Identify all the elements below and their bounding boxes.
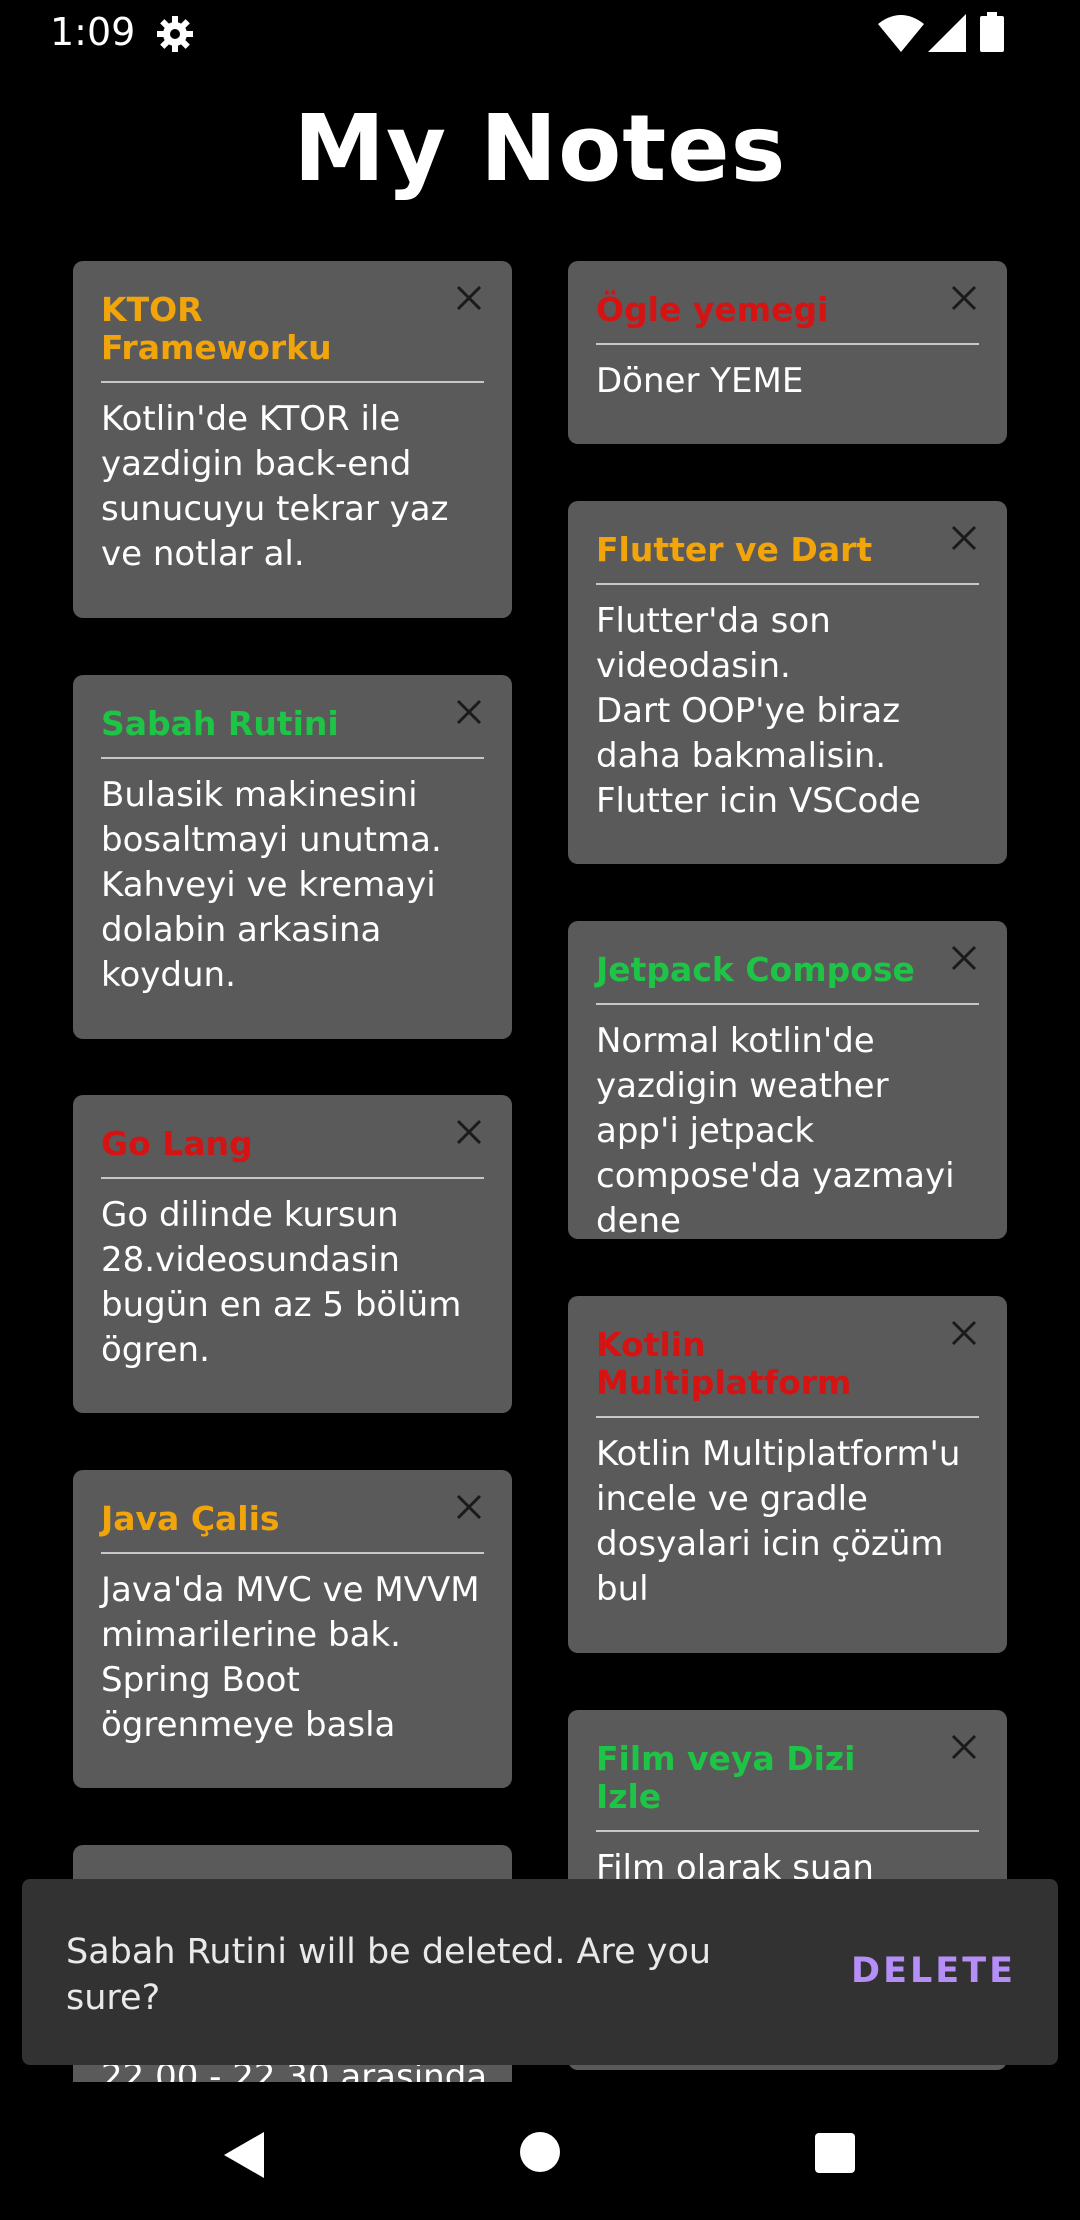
note-card[interactable]: Flutter ve Dart Flutter'da son videodasi…	[568, 501, 1007, 864]
note-card[interactable]: Ögle yemegi Döner YEME	[568, 261, 1007, 444]
signal-icon	[928, 14, 966, 52]
status-time: 1:09	[50, 10, 136, 54]
note-title: Ögle yemegi	[596, 290, 829, 329]
note-body: Go dilinde kursun 28.videosundasin bugün…	[101, 1195, 462, 1370]
divider	[101, 1552, 484, 1554]
note-body: Döner YEME	[596, 361, 804, 401]
battery-icon	[980, 12, 1004, 52]
close-icon[interactable]	[949, 1732, 979, 1762]
note-title: KTOR Frameworku	[101, 290, 332, 367]
note-card[interactable]: KTOR Frameworku Kotlin'de KTOR ile yazdi…	[73, 261, 512, 618]
note-title: Jetpack Compose	[596, 950, 915, 989]
close-icon[interactable]	[949, 1318, 979, 1348]
note-card[interactable]: Kotlin Multiplatform Kotlin Multiplatfor…	[568, 1296, 1007, 1653]
note-title: Flutter ve Dart	[596, 530, 873, 569]
close-icon[interactable]	[949, 943, 979, 973]
divider	[596, 1003, 979, 1005]
note-body: Java'da MVC ve MVVM mimarilerine bak. Sp…	[101, 1570, 480, 1745]
divider	[101, 381, 484, 383]
divider	[101, 757, 484, 759]
note-body: Flutter'da son videodasin. Dart OOP'ye b…	[596, 601, 921, 821]
note-title: Java Çalis	[101, 1499, 280, 1538]
gear-icon	[155, 14, 195, 54]
close-icon[interactable]	[454, 1117, 484, 1147]
note-title: Film veya Dizi Izle	[596, 1739, 856, 1816]
note-body: Normal kotlin'de yazdigin weather app'i …	[596, 1021, 955, 1241]
note-title: Go Lang	[101, 1124, 253, 1163]
note-body: Bulasik makinesini bosaltmayi unutma. Ka…	[101, 775, 442, 995]
back-icon[interactable]	[220, 2130, 266, 2184]
divider	[596, 1830, 979, 1832]
notes-list[interactable]: KTOR Frameworku Kotlin'de KTOR ile yazdi…	[0, 240, 1080, 2082]
navigation-bar	[0, 2082, 1080, 2220]
divider	[101, 1177, 484, 1179]
status-bar: 1:09	[0, 0, 1080, 66]
close-icon[interactable]	[454, 1492, 484, 1522]
note-title: Sabah Rutini	[101, 704, 339, 743]
note-body: Kotlin'de KTOR ile yazdigin back-end sun…	[101, 399, 449, 574]
note-body: Kotlin Multiplatform'u incele ve gradle …	[596, 1434, 961, 1609]
close-icon[interactable]	[949, 523, 979, 553]
home-icon[interactable]	[518, 2130, 562, 2178]
recents-icon[interactable]	[814, 2132, 856, 2178]
page-title: My Notes	[293, 95, 787, 202]
close-icon[interactable]	[454, 283, 484, 313]
snackbar-message: Sabah Rutini will be deleted. Are you su…	[66, 1932, 712, 2018]
note-card[interactable]: Jetpack Compose Normal kotlin'de yazdigi…	[568, 921, 1007, 1241]
wifi-icon	[878, 14, 924, 52]
note-card[interactable]: Sabah Rutini Bulasik makinesini bosaltma…	[73, 675, 512, 1039]
divider	[596, 1416, 979, 1418]
note-card[interactable]: Go Lang Go dilinde kursun 28.videosundas…	[73, 1095, 512, 1413]
delete-button[interactable]: DELETE	[851, 1951, 1016, 1991]
close-icon[interactable]	[454, 697, 484, 727]
snackbar: Sabah Rutini will be deleted. Are you su…	[22, 1879, 1058, 2065]
divider	[596, 583, 979, 585]
close-icon[interactable]	[949, 283, 979, 313]
note-card[interactable]: Java Çalis Java'da MVC ve MVVM mimariler…	[73, 1470, 512, 1788]
divider	[596, 343, 979, 345]
note-title: Kotlin Multiplatform	[596, 1325, 852, 1402]
